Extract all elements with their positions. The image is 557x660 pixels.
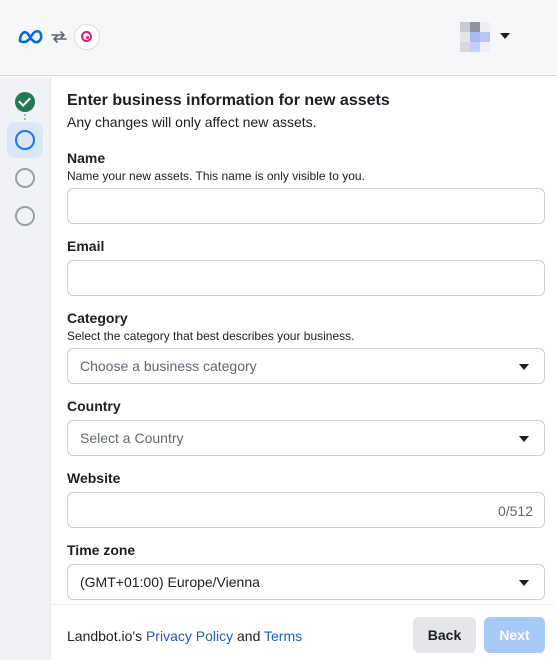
step-completed-icon xyxy=(15,92,35,112)
name-help-text: Name your new assets. This name is only … xyxy=(67,169,365,183)
website-field[interactable]: 0/512 xyxy=(67,492,545,528)
name-input[interactable] xyxy=(68,189,544,223)
email-input[interactable] xyxy=(68,261,544,295)
country-select[interactable]: Select a Country xyxy=(67,420,545,456)
category-placeholder: Choose a business category xyxy=(80,358,257,374)
website-label: Website xyxy=(67,470,121,486)
privacy-policy-link[interactable]: Privacy Policy xyxy=(146,628,233,644)
name-label: Name xyxy=(67,150,106,166)
page-subtitle: Any changes will only affect new assets. xyxy=(67,114,317,130)
sync-arrows-icon[interactable] xyxy=(49,27,69,47)
category-label: Category xyxy=(67,310,128,326)
chevron-down-icon xyxy=(519,436,529,442)
next-button[interactable]: Next xyxy=(484,617,545,653)
email-field[interactable] xyxy=(67,260,545,296)
country-placeholder: Select a Country xyxy=(80,430,184,446)
category-select[interactable]: Choose a business category xyxy=(67,348,545,384)
character-counter: 0/512 xyxy=(497,503,533,519)
chevron-down-icon xyxy=(519,364,529,370)
step-upcoming-icon xyxy=(15,206,35,226)
timezone-select[interactable]: (GMT+01:00) Europe/Vienna xyxy=(67,564,545,600)
chevron-down-icon[interactable] xyxy=(500,33,510,39)
timezone-label: Time zone xyxy=(67,542,136,558)
progress-stepper xyxy=(0,77,51,660)
back-button[interactable]: Back xyxy=(413,617,476,653)
landbot-app-icon xyxy=(74,24,100,50)
website-input[interactable] xyxy=(68,493,544,527)
name-field[interactable] xyxy=(67,188,545,224)
category-help-text: Select the category that best describes … xyxy=(67,329,355,343)
avatar[interactable] xyxy=(460,22,490,52)
footer-legal-text: Landbot.io's Privacy Policy and Terms xyxy=(67,628,302,644)
footer-and: and xyxy=(233,628,264,644)
step-upcoming-icon xyxy=(15,168,35,188)
meta-logo-icon xyxy=(18,29,43,44)
top-bar xyxy=(0,0,557,76)
country-label: Country xyxy=(67,398,121,414)
email-label: Email xyxy=(67,238,105,254)
step-current-icon xyxy=(15,130,35,150)
timezone-value: (GMT+01:00) Europe/Vienna xyxy=(80,574,260,590)
page-title: Enter business information for new asset… xyxy=(67,92,390,109)
chevron-down-icon xyxy=(519,580,529,586)
footer-prefix: Landbot.io's xyxy=(67,628,146,644)
terms-link[interactable]: Terms xyxy=(264,628,302,644)
